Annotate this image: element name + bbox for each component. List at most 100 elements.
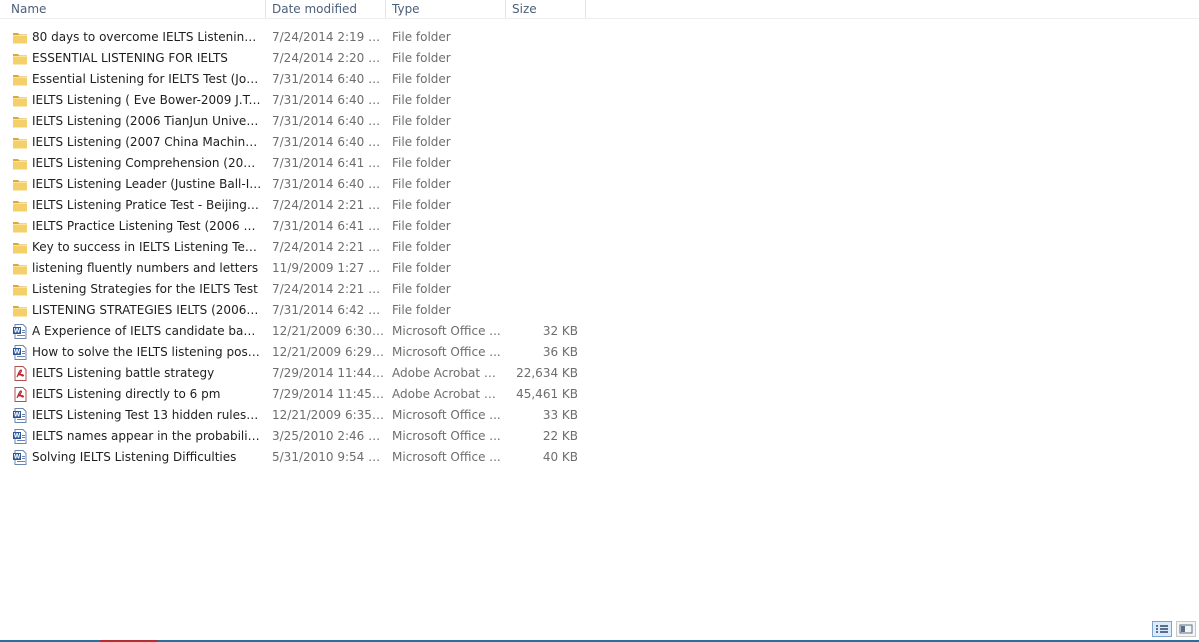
column-header-row: Name Date modified Type Size [0,0,1199,19]
file-row[interactable]: IELTS Listening battle strategy 7/29/2014… [0,363,600,384]
file-row[interactable]: IELTS Listening Pratice Test - Beijing (… [0,195,600,216]
file-name: IELTS Listening directly to 6 pm [32,387,221,401]
file-date-modified: 7/31/2014 6:41 AM [272,219,384,233]
folder-icon [12,240,28,255]
file-type: Microsoft Office ... [392,429,501,443]
details-view-button[interactable] [1152,621,1172,637]
file-name: Key to success in IELTS Listening Test(2… [32,240,262,254]
file-type: File folder [392,198,451,212]
file-type: File folder [392,240,451,254]
pdf-icon [12,387,28,402]
file-type: File folder [392,177,451,191]
file-row[interactable]: IELTS Listening (2006 TianJun University… [0,111,600,132]
file-name: Essential Listening for IELTS Test (John… [32,72,262,86]
file-row[interactable]: W A Experience of IELTS candidate band 8.… [0,321,600,342]
file-size [508,258,578,279]
file-type: File folder [392,135,451,149]
file-type: File folder [392,282,451,296]
svg-text:W: W [14,412,21,419]
word-doc-icon: W [12,429,28,444]
file-size [508,279,578,300]
file-date-modified: 7/31/2014 6:40 AM [272,93,384,107]
file-type: Adobe Acrobat D... [392,366,504,380]
file-row[interactable]: IELTS Listening ( Eve Bower-2009 J.T.Eng… [0,90,600,111]
file-date-modified: 11/9/2009 1:27 PM [272,261,384,275]
file-name: listening fluently numbers and letters [32,261,259,275]
file-date-modified: 3/25/2010 2:46 AM [272,429,384,443]
file-date-modified: 7/31/2014 6:40 AM [272,114,384,128]
details-view-icon [1156,625,1168,633]
folder-icon [12,282,28,297]
file-name: Solving IELTS Listening Difficulties [32,450,237,464]
file-date-modified: 7/24/2014 2:21 PM [272,198,384,212]
file-date-modified: 7/31/2014 6:40 AM [272,177,384,191]
file-row[interactable]: W IELTS Listening Test 13 hidden rules (X… [0,405,600,426]
column-header-date-modified[interactable]: Date modified [266,0,386,18]
file-row[interactable]: LISTENING STRATEGIES IELTS (2006 BEJI...… [0,300,600,321]
file-type: File folder [392,72,451,86]
file-size [508,216,578,237]
file-date-modified: 7/24/2014 2:21 PM [272,240,384,254]
file-row[interactable]: IELTS Listening Leader (Justine Ball-IEL… [0,174,600,195]
view-switcher [1152,621,1196,639]
file-row[interactable]: Listening Strategies for the IELTS Test 7… [0,279,600,300]
file-row[interactable]: listening fluently numbers and letters 11… [0,258,600,279]
file-row[interactable]: IELTS Listening directly to 6 pm 7/29/201… [0,384,600,405]
file-size [508,69,578,90]
file-size: 40 KB [542,450,578,464]
file-row[interactable]: IELTS Listening (2007 China Machine Pre.… [0,132,600,153]
file-row[interactable]: W How to solve the IELTS listening post q… [0,342,600,363]
file-size [508,111,578,132]
file-date-modified: 7/31/2014 6:42 AM [272,303,384,317]
file-row[interactable]: W Solving IELTS Listening Difficulties 5/3… [0,447,600,468]
file-name: 80 days to overcome IELTS Listening (Chr… [32,30,262,44]
file-row[interactable]: Essential Listening for IELTS Test (John… [0,69,600,90]
svg-text:W: W [14,328,21,335]
column-header-name[interactable]: Name [5,0,266,18]
folder-icon [12,30,28,45]
file-name: LISTENING STRATEGIES IELTS (2006 BEJI... [32,303,262,317]
file-name: How to solve the IELTS listening post qu… [32,345,262,359]
file-date-modified: 7/29/2014 11:44 AM [272,366,384,380]
folder-icon [12,114,28,129]
file-type: File folder [392,303,451,317]
svg-text:W: W [14,433,21,440]
file-type: File folder [392,114,451,128]
file-size [508,48,578,69]
file-date-modified: 7/24/2014 2:20 PM [272,51,384,65]
file-name: IELTS Listening (2007 China Machine Pre.… [32,135,262,149]
file-row[interactable]: Key to success in IELTS Listening Test(2… [0,237,600,258]
file-row[interactable]: ESSENTIAL LISTENING FOR IELTS 7/24/2014 2… [0,48,600,69]
file-row[interactable]: W IELTS names appear in the probability o… [0,426,600,447]
file-date-modified: 12/21/2009 6:29 AM [272,345,384,359]
file-name: IELTS Listening Comprehension (2007 Hi..… [32,156,262,170]
file-date-modified: 12/21/2009 6:30 AM [272,324,384,338]
file-date-modified: 7/29/2014 11:45 AM [272,387,384,401]
column-header-size[interactable]: Size [506,0,586,18]
svg-text:W: W [14,349,21,356]
file-type: Microsoft Office ... [392,450,501,464]
file-name: IELTS Listening ( Eve Bower-2009 J.T.Eng… [32,93,262,107]
file-size: 22 KB [542,429,578,443]
tiles-view-button[interactable] [1176,621,1196,637]
file-size: 32 KB [542,324,578,338]
file-row[interactable]: IELTS Practice Listening Test (2006 BeiJ… [0,216,600,237]
file-size [508,174,578,195]
file-name: IELTS Practice Listening Test (2006 BeiJ… [32,219,262,233]
file-row[interactable]: IELTS Listening Comprehension (2007 Hi..… [0,153,600,174]
file-type: File folder [392,30,451,44]
svg-text:W: W [14,454,21,461]
folder-icon [12,93,28,108]
tiles-view-icon [1179,624,1193,634]
file-row[interactable]: 80 days to overcome IELTS Listening (Chr… [0,27,600,48]
file-date-modified: 12/21/2009 6:35 AM [272,408,384,422]
folder-icon [12,303,28,318]
file-list: 80 days to overcome IELTS Listening (Chr… [0,27,600,468]
file-type: File folder [392,51,451,65]
file-size [508,153,578,174]
pdf-icon [12,366,28,381]
file-date-modified: 7/31/2014 6:40 AM [272,72,384,86]
column-header-type[interactable]: Type [386,0,506,18]
file-type: File folder [392,219,451,233]
word-doc-icon: W [12,450,28,465]
